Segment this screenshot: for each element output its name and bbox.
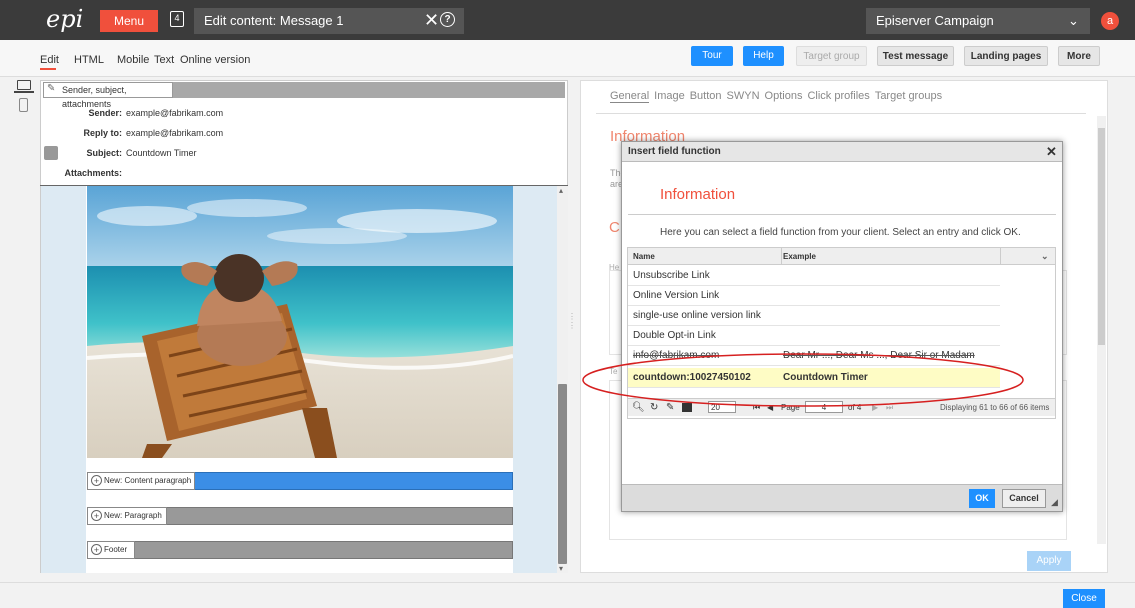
cancel-button[interactable]: Cancel (1002, 489, 1046, 508)
last-page-icon[interactable]: ⏭ (886, 399, 893, 417)
tab-text[interactable]: Text (154, 54, 174, 66)
help-button[interactable]: Help (743, 46, 784, 66)
apply-button[interactable]: Apply (1027, 551, 1071, 571)
beach-image-graphic (87, 186, 513, 458)
footer-bar[interactable] (87, 541, 513, 559)
table-row[interactable]: info@fabrikam.com Dear Mr ..., Dear Ms ..… (628, 346, 1000, 366)
column-header-example[interactable]: Example (783, 248, 816, 265)
desktop-view-icon[interactable] (17, 80, 31, 90)
scroll-down-icon[interactable]: ▾ (559, 564, 563, 573)
tab-swyn[interactable]: SWYN (727, 90, 760, 102)
reply-to-label: Reply to: (83, 128, 122, 138)
campaign-selector[interactable]: Episerver Campaign (866, 8, 1090, 34)
tab-click-profiles[interactable]: Click profiles (807, 90, 869, 102)
subject-label: Subject: (86, 148, 122, 158)
target-group-button[interactable]: Target group (796, 46, 867, 66)
page-input[interactable]: 4 (805, 401, 843, 413)
page-size-select[interactable]: 20 (708, 401, 736, 413)
chevron-down-icon[interactable]: ⌄ (1041, 248, 1049, 265)
editor-scrollbar-thumb[interactable] (558, 384, 567, 564)
sender-section-label[interactable]: Sender, subject, attachments (43, 82, 173, 109)
tab-button[interactable]: Button (690, 90, 722, 102)
tab-general[interactable]: General (610, 90, 650, 103)
tour-button[interactable]: Tour (691, 46, 733, 66)
tab-options[interactable]: Options (765, 90, 803, 102)
more-button[interactable]: More (1058, 46, 1100, 66)
background-section-heading: C (609, 219, 620, 236)
table-row[interactable]: single-use online version link (628, 306, 1000, 326)
tab-html[interactable]: HTML (74, 54, 104, 66)
document-icon[interactable]: 4 (170, 11, 184, 27)
properties-tabs: General Image Button SWYN Options Click profi… (610, 90, 947, 103)
page-count: of 4 (848, 403, 862, 412)
add-icon[interactable]: + (91, 544, 102, 555)
table-row-selected[interactable]: countdown:10027450102 Countdown Timer (628, 368, 1000, 388)
panel-splitter-handle[interactable]: ⋮ ⋮ (568, 312, 576, 330)
table-row[interactable]: Double Opt-in Link (628, 326, 1000, 346)
sender-label: Sender: (88, 108, 122, 118)
background-field-label: Te (609, 367, 618, 376)
first-page-icon[interactable]: ⏮ (753, 399, 760, 417)
menu-button[interactable]: Menu (100, 10, 158, 32)
desktop-view-icon-base (14, 91, 34, 93)
sender-value: example@fabrikam.com (126, 108, 224, 118)
dialog-description: Here you can select a field function fro… (660, 227, 1021, 238)
close-icon[interactable]: ✕ (424, 9, 439, 31)
pencil-icon: ✎ (47, 83, 56, 94)
column-divider (781, 248, 782, 265)
properties-scrollbar-thumb[interactable] (1098, 128, 1105, 345)
add-icon[interactable]: + (91, 510, 102, 521)
subject-value: Countdown Timer (126, 148, 197, 158)
dialog-footer (622, 484, 1062, 511)
add-icon[interactable]: + (91, 475, 102, 486)
help-icon[interactable]: ? (440, 12, 455, 27)
episerver-logo[interactable]: epi (46, 7, 83, 31)
save-icon[interactable] (682, 403, 692, 412)
column-divider (1000, 248, 1001, 265)
resize-grip-icon[interactable]: ◢ (1051, 497, 1058, 508)
person-icon (44, 146, 58, 160)
chevron-down-icon[interactable]: ⌄ (1068, 8, 1079, 34)
bottom-bar (0, 582, 1135, 608)
tab-online-version[interactable]: Online version (180, 54, 250, 66)
pager-summary: Displaying 61 to 66 of 66 items (940, 403, 1050, 412)
next-page-icon[interactable]: ▶ (872, 399, 878, 417)
test-message-button[interactable]: Test message (877, 46, 954, 66)
attachments-label: Attachments: (64, 168, 122, 178)
dialog-divider (628, 214, 1056, 215)
dialog-title[interactable]: Insert field function (622, 142, 1062, 162)
grid-header: Name Example ⌄ (628, 248, 1055, 265)
user-avatar[interactable]: a (1101, 12, 1119, 30)
tab-mobile[interactable]: Mobile (117, 54, 149, 66)
previous-page-icon[interactable]: ◀ (767, 399, 773, 417)
active-tab-indicator (40, 68, 56, 70)
close-icon[interactable]: ✕ (1046, 144, 1057, 160)
column-header-name[interactable]: Name (633, 248, 655, 265)
table-row[interactable]: Unsubscribe Link (628, 266, 1000, 286)
ok-button[interactable]: OK (969, 489, 995, 508)
close-button[interactable]: Close (1063, 589, 1105, 608)
grid-pager: 🔍︎ ↻ ✎ 20 ⏮ ◀ Page 4 of 4 ▶ ⏭ Displaying… (628, 398, 1055, 416)
tab-target-groups[interactable]: Target groups (875, 90, 942, 102)
tabs-divider (596, 113, 1086, 114)
tab-edit[interactable]: Edit (40, 54, 59, 66)
landing-pages-button[interactable]: Landing pages (964, 46, 1048, 66)
mobile-view-icon[interactable] (19, 98, 28, 112)
edit-icon[interactable]: ✎ (666, 399, 674, 417)
dialog-heading: Information (660, 186, 736, 203)
beach-image[interactable] (87, 186, 513, 458)
search-icon[interactable]: 🔍︎ (632, 399, 645, 417)
new-content-paragraph-label[interactable]: New: Content paragraph (87, 472, 195, 490)
scroll-up-icon[interactable]: ▴ (559, 186, 563, 195)
refresh-icon[interactable]: ↻ (650, 399, 658, 417)
reply-to-value: example@fabrikam.com (126, 128, 224, 138)
page-label: Page (781, 403, 800, 412)
table-row[interactable]: Online Version Link (628, 286, 1000, 306)
tab-image[interactable]: Image (654, 90, 685, 102)
